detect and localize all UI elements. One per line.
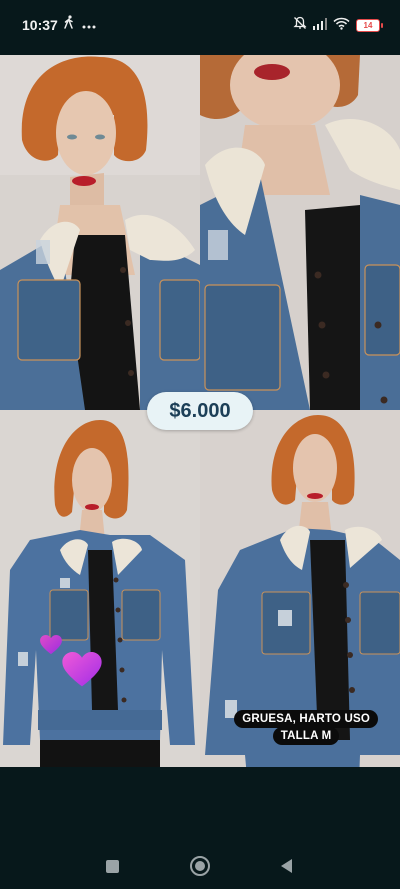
more-dots-icon: [82, 16, 96, 34]
photo-jacket-full-left: [0, 410, 200, 767]
photo-jacket-closeup-left: [0, 55, 200, 410]
wifi-icon: [333, 17, 350, 35]
caption-sticker[interactable]: GRUESA, HARTO USO TALLA M: [234, 710, 378, 745]
recent-apps-button[interactable]: [106, 860, 119, 873]
small-heart-icon: [40, 635, 62, 660]
navigation-bar: [0, 767, 400, 889]
story-image[interactable]: $6.000 GRUESA, HARTO USO TALLA M: [0, 55, 400, 767]
status-time: 10:37: [22, 17, 58, 33]
status-bar: 10:37 14: [0, 0, 400, 52]
mute-icon: [293, 16, 307, 35]
price-sticker[interactable]: $6.000: [147, 392, 253, 430]
caption-line-2: TALLA M: [272, 727, 340, 745]
battery-level: 14: [363, 21, 373, 30]
status-left-icons: [64, 15, 96, 34]
back-button[interactable]: [281, 859, 292, 873]
caption-line-1: GRUESA, HARTO USO: [234, 710, 378, 728]
signal-icon: [313, 17, 327, 35]
photo-jacket-closeup-right: [200, 55, 400, 410]
status-right-icons: 14: [293, 16, 383, 35]
large-heart-icon: [62, 652, 102, 693]
walking-icon: [64, 15, 74, 34]
home-button[interactable]: [190, 856, 210, 876]
battery-icon: 14: [356, 19, 383, 32]
